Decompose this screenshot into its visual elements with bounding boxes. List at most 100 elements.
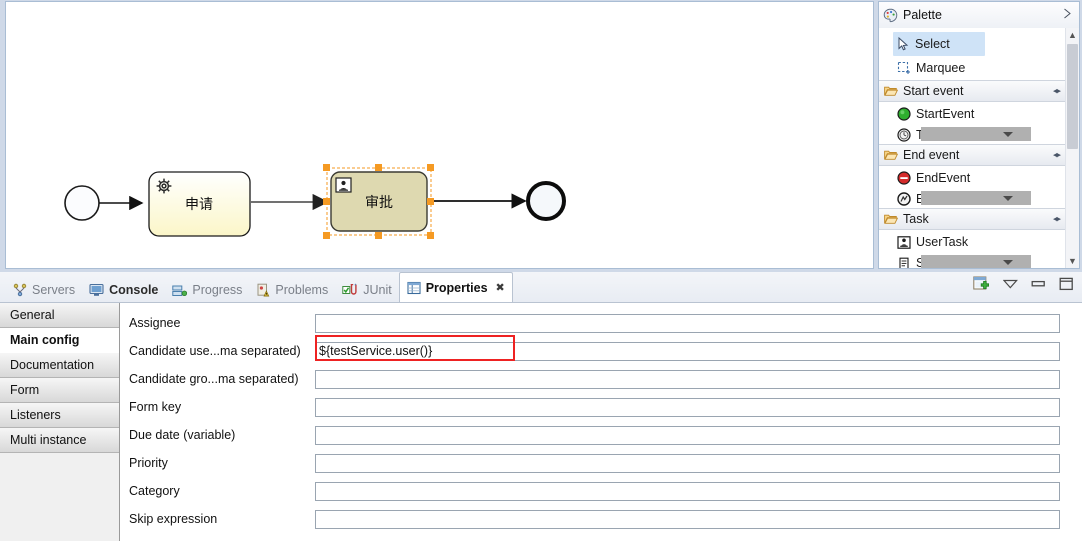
palette-item-label: EndEvent	[916, 171, 971, 185]
properties-tab-label: Documentation	[10, 358, 95, 372]
tab-progress[interactable]: Progress	[165, 278, 249, 302]
palette-item-select[interactable]: Select	[893, 32, 985, 56]
pin-view-icon[interactable]	[973, 276, 990, 292]
palette-group-start-event[interactable]: Start event ◂▸	[879, 80, 1066, 102]
properties-tab-list[interactable]: General Main config Documentation Form L…	[0, 303, 120, 541]
field-label: Candidate gro...ma separated)	[129, 372, 299, 386]
task-shape-approve[interactable]: 审批	[323, 164, 434, 239]
end-event-shape[interactable]	[526, 181, 566, 221]
palette-scrollbar[interactable]: ▲ ▼	[1065, 28, 1079, 268]
palette-item-endevent[interactable]: EndEvent	[879, 166, 1066, 190]
category-input[interactable]	[315, 481, 1060, 501]
form-row-candidate-users: Candidate use...ma separated)	[120, 337, 1082, 365]
collapse-icon[interactable]: ◂▸	[1053, 214, 1061, 225]
candidate-groups-input[interactable]	[315, 369, 1060, 389]
tab-label: Problems	[275, 283, 329, 297]
palette-group-task[interactable]: Task ◂▸	[879, 208, 1066, 230]
properties-tab-listeners[interactable]: Listeners	[0, 403, 119, 428]
assignee-input[interactable]	[315, 313, 1060, 333]
bpmn-diagram[interactable]: 申请 审批	[6, 2, 874, 269]
palette-item-label: Marquee	[916, 61, 966, 75]
palette-header[interactable]: Palette	[879, 2, 1079, 29]
timer-start-event-icon	[897, 128, 911, 142]
view-tab-bar: Servers Console Progress Problems * JUni…	[0, 272, 1082, 302]
properties-tab-label: Main config	[10, 333, 80, 347]
field-label: Due date (variable)	[129, 428, 236, 442]
view-toolbar	[973, 276, 1074, 292]
palette-item-startevent[interactable]: StartEvent	[879, 102, 1066, 126]
palette-group-label: Start event	[903, 84, 964, 98]
tab-problems[interactable]: Problems	[249, 278, 335, 302]
palette-item-errorendevent[interactable]: ErrorEndEvent	[879, 190, 1066, 208]
scroll-down-icon[interactable]: ▼	[1066, 254, 1079, 268]
main-config-form: Assignee Candidate use...ma separated) C…	[120, 303, 1082, 541]
close-icon[interactable]: ✖	[496, 281, 505, 294]
tab-properties[interactable]: Properties ✖	[398, 272, 513, 302]
palette-item-timerstartevent[interactable]: TimerStartEvent	[879, 126, 1066, 144]
due-date-input[interactable]	[315, 425, 1060, 445]
palette-group-end-event[interactable]: End event ◂▸	[879, 144, 1066, 166]
tab-junit[interactable]: * JUnit	[335, 278, 398, 302]
tab-label: Servers	[32, 283, 76, 297]
tab-console[interactable]: Console	[82, 278, 165, 302]
form-row-skip-expression: Skip expression	[120, 505, 1082, 533]
tab-label: Console	[109, 283, 159, 297]
bpmn-editor-canvas[interactable]: 申请 审批	[5, 1, 874, 269]
properties-tab-form[interactable]: Form	[0, 378, 119, 403]
tab-label: Properties	[425, 280, 488, 295]
properties-tab-documentation[interactable]: Documentation	[0, 353, 119, 378]
priority-input[interactable]	[315, 453, 1060, 473]
form-key-input[interactable]	[315, 397, 1060, 417]
tab-servers[interactable]: Servers	[6, 278, 82, 302]
start-event-shape[interactable]	[64, 185, 100, 221]
form-row-due-date: Due date (variable)	[120, 421, 1082, 449]
scroll-up-icon[interactable]: ▲	[1066, 28, 1079, 42]
palette-group-label: End event	[903, 148, 960, 162]
properties-tab-main-config[interactable]: Main config	[0, 328, 119, 353]
folder-open-icon	[884, 149, 899, 161]
clipped-overlay	[921, 191, 1031, 205]
collapse-icon[interactable]: ◂▸	[1053, 86, 1061, 97]
task-label-apply: 申请	[185, 196, 213, 212]
properties-tab-general[interactable]: General	[0, 303, 119, 328]
minimize-icon[interactable]	[1031, 279, 1046, 289]
user-task-icon	[897, 235, 911, 249]
palette-item-label: UserTask	[916, 235, 969, 249]
palette-item-label: StartEvent	[916, 107, 975, 121]
palette-group-label: Task	[903, 212, 929, 226]
palette-panel[interactable]: Palette Select Marquee Start event ◂▸ St…	[878, 1, 1080, 269]
palette-title: Palette	[903, 8, 942, 22]
view-menu-icon[interactable]	[1002, 279, 1018, 289]
maximize-icon[interactable]	[1059, 277, 1074, 291]
palette-body[interactable]: Select Marquee Start event ◂▸ StartEvent…	[879, 28, 1079, 268]
progress-icon	[172, 284, 188, 297]
form-row-assignee: Assignee	[120, 309, 1082, 337]
tab-label: JUnit	[363, 283, 392, 297]
palette-item-label: Select	[915, 37, 950, 51]
view-tabs: Servers Console Progress Problems * JUni…	[6, 272, 513, 302]
properties-tab-label: Form	[10, 383, 40, 397]
scrollbar-thumb[interactable]	[1067, 44, 1078, 149]
skip-expression-input[interactable]	[315, 509, 1060, 529]
field-label: Priority	[129, 456, 168, 470]
folder-open-icon	[884, 213, 899, 225]
problems-icon	[256, 283, 270, 297]
task-shape-apply[interactable]: 申请	[148, 171, 251, 237]
palette-item-usertask[interactable]: UserTask	[879, 230, 1066, 254]
field-label: Skip expression	[129, 512, 218, 526]
start-event-icon	[897, 107, 911, 121]
svg-text:*: *	[355, 284, 357, 290]
palette-item-marquee[interactable]: Marquee	[879, 56, 1066, 80]
collapse-icon[interactable]: ◂▸	[1053, 150, 1061, 161]
chevron-right-icon[interactable]	[1063, 8, 1072, 22]
junit-icon: *	[342, 283, 358, 297]
form-row-category: Category	[120, 477, 1082, 505]
folder-open-icon	[884, 85, 899, 97]
candidate-users-input[interactable]	[315, 341, 1060, 361]
properties-tab-label: Multi instance	[10, 433, 87, 447]
cursor-icon	[897, 36, 910, 51]
clipped-overlay	[921, 255, 1031, 268]
properties-tab-multi-instance[interactable]: Multi instance	[0, 428, 119, 453]
palette-item-scripttask[interactable]: ScriptTask	[879, 254, 1066, 268]
field-label: Candidate use...ma separated)	[129, 344, 301, 358]
